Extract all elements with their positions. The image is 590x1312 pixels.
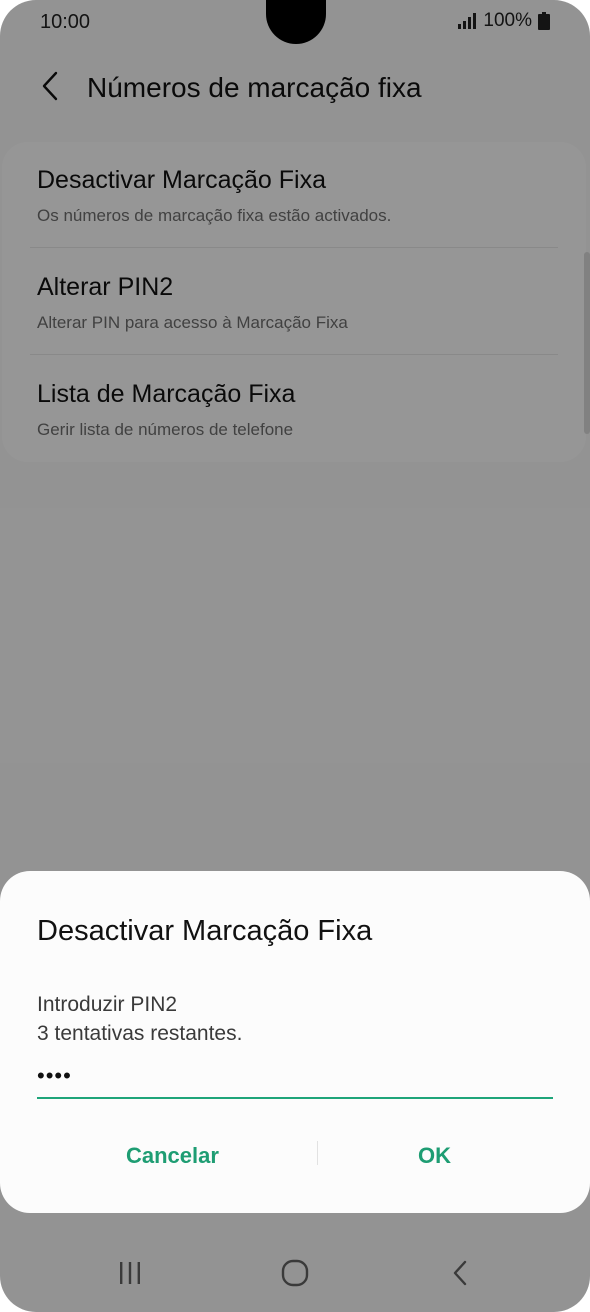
button-divider bbox=[317, 1141, 318, 1165]
ok-button[interactable]: OK bbox=[400, 1135, 469, 1177]
pin2-dialog: Desactivar Marcação Fixa Introduzir PIN2… bbox=[0, 871, 590, 1213]
nav-back-button[interactable] bbox=[435, 1250, 485, 1300]
cancel-button[interactable]: Cancelar bbox=[108, 1135, 237, 1177]
dialog-title: Desactivar Marcação Fixa bbox=[37, 915, 373, 947]
back-icon bbox=[450, 1259, 470, 1292]
recents-button[interactable] bbox=[105, 1250, 155, 1300]
pin2-input[interactable] bbox=[37, 1055, 553, 1099]
home-button[interactable] bbox=[270, 1250, 320, 1300]
phone-screen: 10:00 100% Números de marcação fixa Desa… bbox=[0, 0, 590, 1312]
navigation-bar bbox=[0, 1238, 590, 1312]
attempts-remaining: 3 tentativas restantes. bbox=[37, 1022, 243, 1045]
home-icon bbox=[280, 1258, 310, 1293]
recents-icon bbox=[116, 1260, 144, 1291]
pin2-label: Introduzir PIN2 bbox=[37, 993, 178, 1016]
dialog-buttons: Cancelar OK bbox=[0, 1129, 590, 1181]
